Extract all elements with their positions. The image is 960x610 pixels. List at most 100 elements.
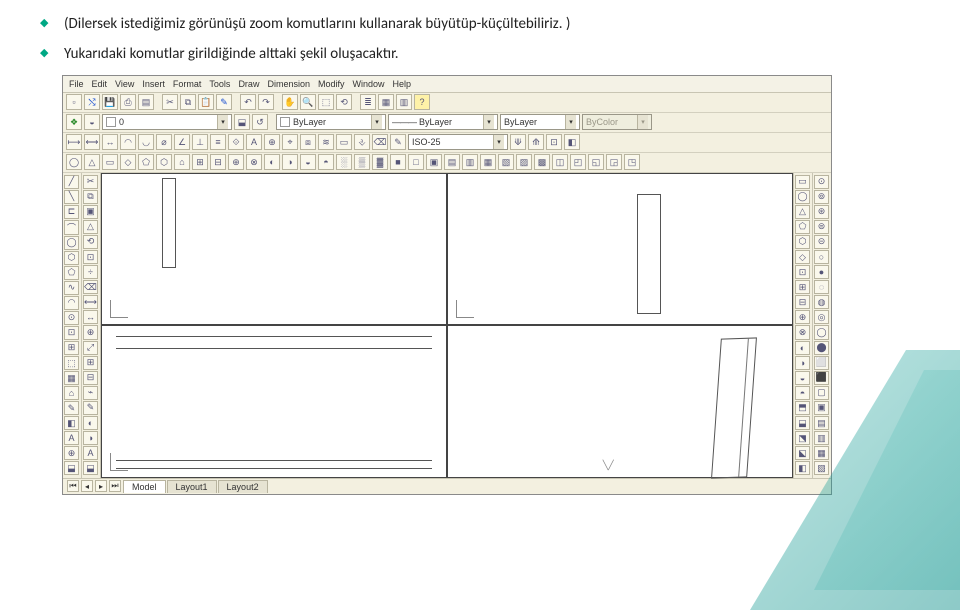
modify-tool-11[interactable]: ⤢	[83, 341, 98, 355]
menu-view[interactable]: View	[115, 79, 134, 89]
solidedit-tool-14[interactable]: ▢	[814, 386, 829, 400]
tab-last-icon[interactable]: ⏭	[109, 480, 121, 492]
layerprops-icon[interactable]: ❖	[66, 114, 82, 130]
solidedit-tool-5[interactable]: ○	[814, 250, 829, 264]
dim-tool-6[interactable]: ∠	[174, 134, 190, 150]
color-dropdown[interactable]: ByLayer ▾	[276, 114, 386, 130]
tab-model[interactable]: Model	[123, 480, 166, 493]
viewport-side[interactable]	[101, 325, 447, 478]
modify-tool-10[interactable]: ⊕	[83, 325, 98, 339]
solidedit-tool-2[interactable]: ⊛	[814, 205, 829, 219]
viewport-top[interactable]	[101, 173, 447, 326]
solid-tool-19[interactable]: ◧	[795, 461, 810, 475]
modify-tool-2[interactable]: ▣	[83, 205, 98, 219]
paste-icon[interactable]: 📋	[198, 94, 214, 110]
solid-tool-13[interactable]: ◒	[795, 371, 810, 385]
viewport-front[interactable]	[447, 173, 793, 326]
solidedit-tool-1[interactable]: ⊚	[814, 190, 829, 204]
dim-tool-b1[interactable]: ⟰	[528, 134, 544, 150]
menu-format[interactable]: Format	[173, 79, 202, 89]
dim-tool-1[interactable]: ⟷	[84, 134, 100, 150]
designcenter-icon[interactable]: ▦	[378, 94, 394, 110]
dim-tool-17[interactable]: ⌫	[372, 134, 388, 150]
draw-tool-14[interactable]: ⌂	[64, 386, 79, 400]
redo-icon[interactable]: ↷	[258, 94, 274, 110]
zoomwin-icon[interactable]: ⬚	[318, 94, 334, 110]
menu-dimension[interactable]: Dimension	[267, 79, 310, 89]
draw-tool-3[interactable]: ⌒	[64, 220, 79, 235]
modify-tool-1[interactable]: ⧉	[83, 190, 98, 204]
solid-tool-6[interactable]: ⊡	[795, 265, 810, 279]
dim-tool-16[interactable]: ⎀	[354, 134, 370, 150]
solidedit-tool-7[interactable]: ◌	[814, 280, 829, 294]
solid-tool-10[interactable]: ⊗	[795, 325, 810, 339]
solid-tool-0[interactable]: ▭	[795, 175, 810, 189]
draw-tool-15[interactable]: ✎	[64, 401, 79, 415]
linetype-dropdown[interactable]: ——— ByLayer ▾	[388, 114, 498, 130]
tab-layout2[interactable]: Layout2	[218, 480, 268, 493]
menu-insert[interactable]: Insert	[142, 79, 165, 89]
modify-tool-3[interactable]: △	[83, 220, 98, 234]
modify-tool-19[interactable]: ⬓	[83, 461, 98, 475]
menu-edit[interactable]: Edit	[92, 79, 108, 89]
dim-tool-11[interactable]: ⊕	[264, 134, 280, 150]
pan-icon[interactable]: ✋	[282, 94, 298, 110]
open-icon[interactable]: ⤭	[84, 94, 100, 110]
dim-tool-10[interactable]: A	[246, 134, 262, 150]
draw-tool-11[interactable]: ⊞	[64, 341, 79, 355]
copy-icon[interactable]: ⧉	[180, 94, 196, 110]
extra-tool-29[interactable]: ◱	[588, 154, 604, 170]
modify-tool-9[interactable]: ↔	[83, 310, 98, 324]
dim-tool-18[interactable]: ✎	[390, 134, 406, 150]
layeriso-icon[interactable]: ⬓	[234, 114, 250, 130]
solidedit-tool-13[interactable]: ⬛	[814, 371, 829, 385]
dimstyle-dropdown[interactable]: ISO-25▾	[408, 134, 508, 150]
solid-tool-1[interactable]: ◯	[795, 190, 810, 204]
modify-tool-6[interactable]: ÷	[83, 265, 98, 279]
extra-tool-12[interactable]: ◑	[282, 154, 298, 170]
print-icon[interactable]: ⎙	[120, 94, 136, 110]
dim-tool-8[interactable]: ≡	[210, 134, 226, 150]
solid-tool-18[interactable]: ⬕	[795, 446, 810, 460]
layerprev-icon[interactable]: ↺	[252, 114, 268, 130]
new-icon[interactable]: ▫	[66, 94, 82, 110]
help-icon[interactable]: ?	[414, 94, 430, 110]
menu-draw[interactable]: Draw	[238, 79, 259, 89]
solidedit-tool-8[interactable]: ◍	[814, 295, 829, 309]
dim-tool-b3[interactable]: ◧	[564, 134, 580, 150]
extra-tool-7[interactable]: ⊞	[192, 154, 208, 170]
draw-tool-8[interactable]: ◠	[64, 296, 79, 310]
draw-tool-1[interactable]: ╲	[64, 190, 79, 204]
extra-tool-1[interactable]: △	[84, 154, 100, 170]
cut-icon[interactable]: ✂	[162, 94, 178, 110]
menu-modify[interactable]: Modify	[318, 79, 345, 89]
preview-icon[interactable]: ▤	[138, 94, 154, 110]
modify-tool-14[interactable]: ⌁	[83, 386, 98, 400]
solid-tool-17[interactable]: ⬔	[795, 431, 810, 445]
layeroff-icon[interactable]: ◒	[84, 114, 100, 130]
solidedit-tool-19[interactable]: ▧	[814, 461, 829, 475]
undo-icon[interactable]: ↶	[240, 94, 256, 110]
extra-tool-31[interactable]: ◳	[624, 154, 640, 170]
extra-tool-20[interactable]: ▣	[426, 154, 442, 170]
extra-tool-6[interactable]: ⌂	[174, 154, 190, 170]
draw-tool-6[interactable]: ⬠	[64, 266, 79, 280]
draw-tool-4[interactable]: ◯	[64, 236, 79, 250]
draw-tool-5[interactable]: ⬡	[64, 251, 79, 265]
solid-tool-12[interactable]: ◑	[795, 356, 810, 370]
solidedit-tool-4[interactable]: ⊝	[814, 235, 829, 249]
solid-tool-11[interactable]: ◐	[795, 341, 810, 355]
zoomrt-icon[interactable]: 🔍	[300, 94, 316, 110]
extra-tool-23[interactable]: ▦	[480, 154, 496, 170]
dim-tool-b2[interactable]: ⊡	[546, 134, 562, 150]
solidedit-tool-11[interactable]: ⬤	[814, 341, 829, 355]
extra-tool-19[interactable]: □	[408, 154, 424, 170]
toolpalettes-icon[interactable]: ▥	[396, 94, 412, 110]
solid-tool-5[interactable]: ◇	[795, 250, 810, 264]
extra-tool-26[interactable]: ▩	[534, 154, 550, 170]
solidedit-tool-3[interactable]: ⊜	[814, 220, 829, 234]
modify-tool-5[interactable]: ⊡	[83, 250, 98, 264]
draw-tool-16[interactable]: ◧	[64, 416, 79, 430]
dim-tool-14[interactable]: ≋	[318, 134, 334, 150]
solidedit-tool-16[interactable]: ▤	[814, 416, 829, 430]
